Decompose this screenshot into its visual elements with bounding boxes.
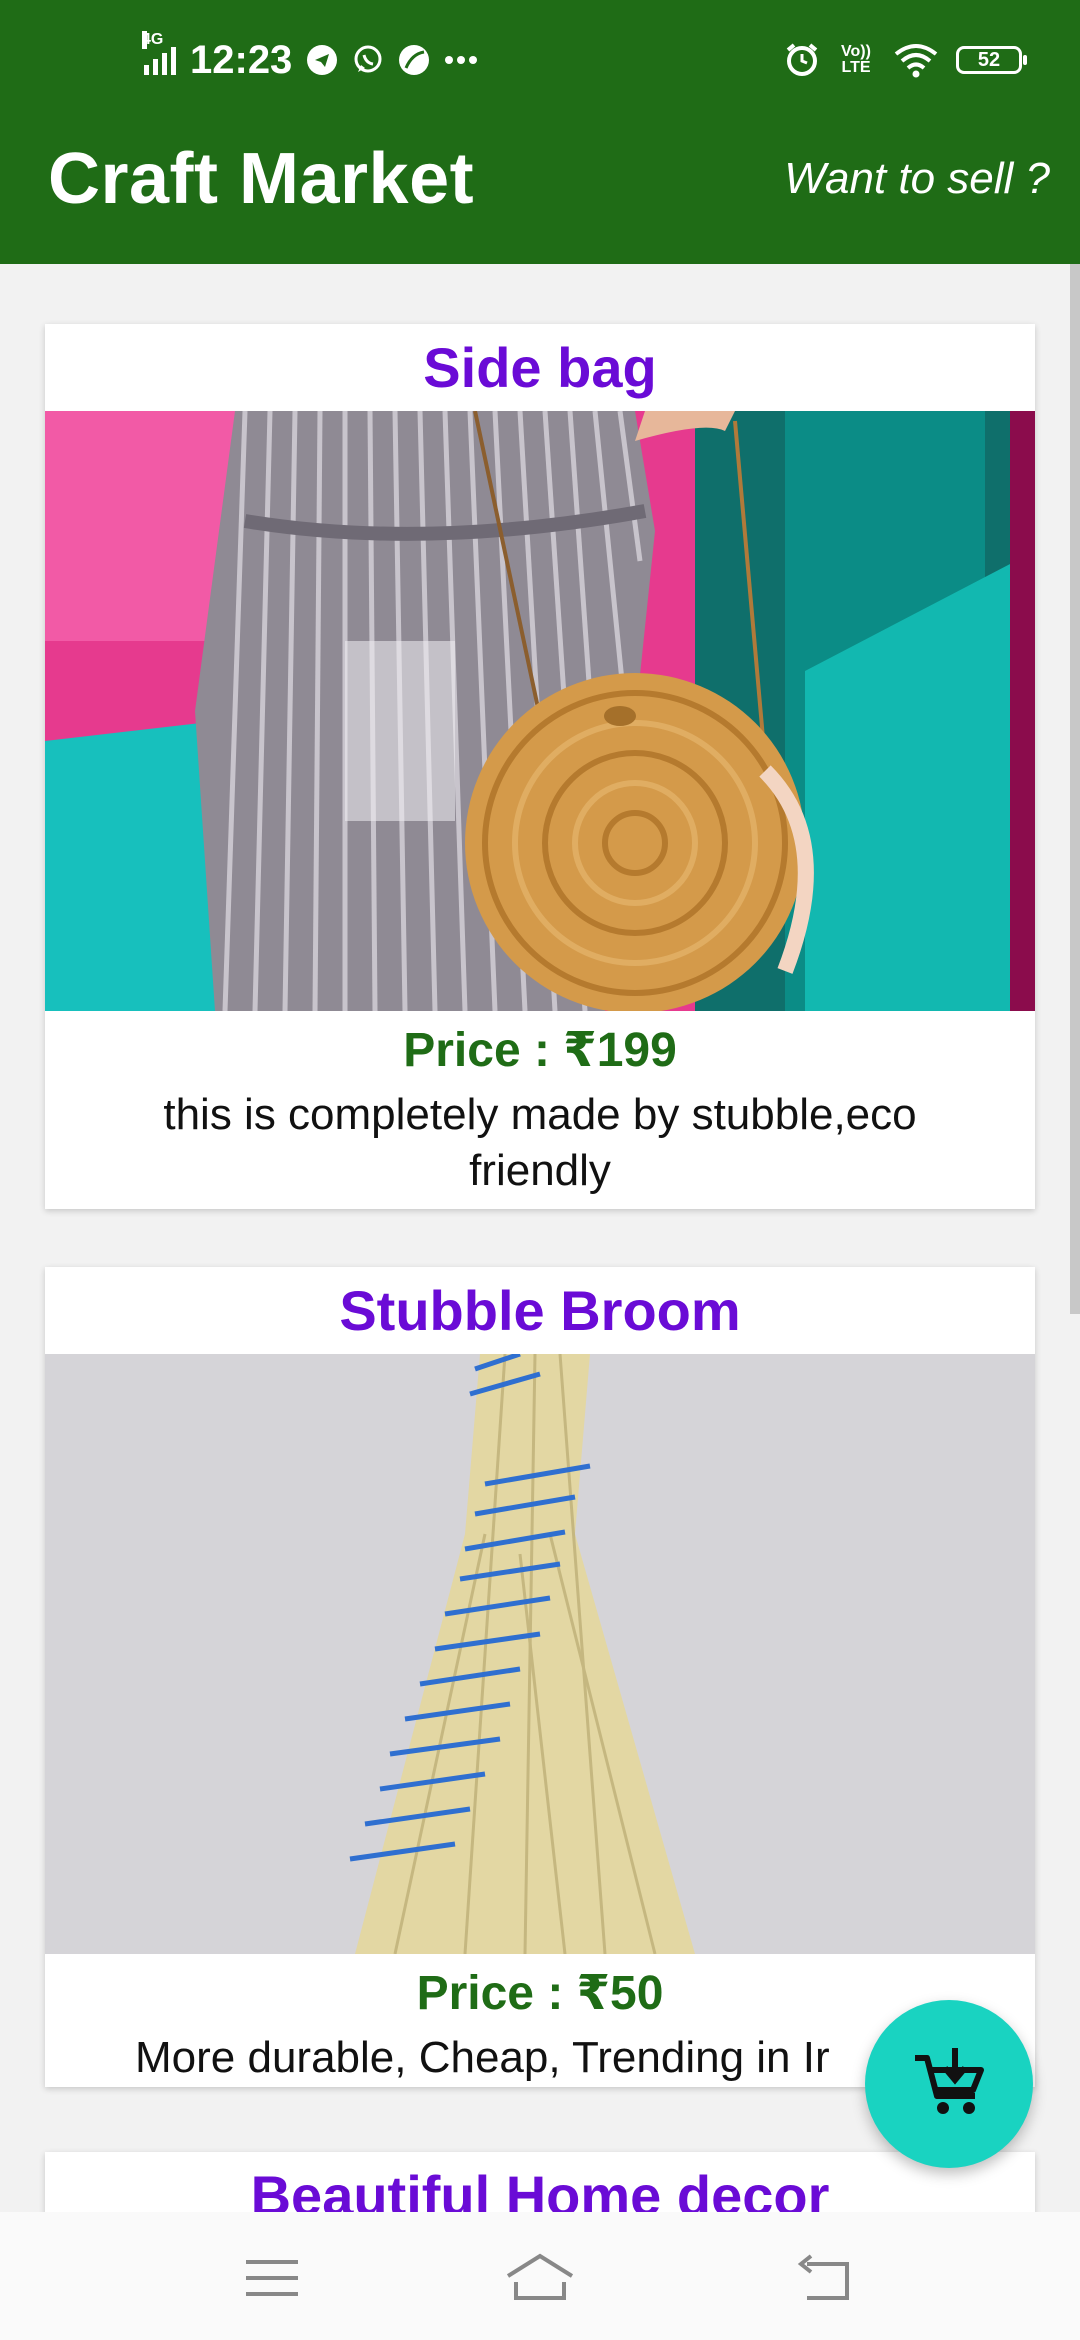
cart-download-icon — [915, 2048, 984, 2114]
product-card[interactable]: Side bag Price: ₹199 this is completely… — [45, 324, 1035, 1209]
alarm-icon — [786, 43, 818, 76]
product-image-side-bag[interactable] — [45, 411, 1035, 1011]
product-title: Beautiful Home decor — [250, 2164, 830, 2212]
product-description: this is completely made by stubble,eco f… — [163, 1090, 917, 1195]
cell-signal-icon: 4G — [142, 31, 176, 75]
app-bar: 4G 12:23 Vo)) LTE 52 Craft Market Want t… — [0, 0, 1080, 264]
clock: 12:23 — [190, 37, 293, 82]
recent-apps-button[interactable] — [232, 2242, 312, 2312]
product-image-stubble-broom[interactable] — [45, 1354, 1035, 1954]
screen: 4G 12:23 Vo)) LTE 52 Craft Market Want t… — [0, 0, 1080, 2340]
battery-indicator: 52 — [956, 46, 1027, 74]
home-button[interactable] — [500, 2242, 580, 2312]
status-bar: 4G 12:23 Vo)) LTE 52 — [0, 0, 1080, 120]
home-icon — [506, 2253, 574, 2300]
cart-fab-button[interactable] — [865, 2000, 1033, 2168]
system-nav-bar — [0, 2212, 1080, 2340]
app-title: Craft Market — [48, 139, 475, 219]
product-list[interactable]: Side bag Price: ₹199 this is completely… — [0, 264, 1080, 2212]
status-left: 4G 12:23 — [142, 31, 478, 86]
whatsapp-icon — [354, 45, 382, 73]
scrollbar[interactable] — [1070, 264, 1080, 1314]
leaf-icon — [399, 45, 430, 75]
status-right: Vo)) LTE 52 — [784, 34, 1027, 86]
menu-icon — [246, 2260, 298, 2296]
product-card[interactable]: Beautiful Home decor — [45, 2152, 1035, 2212]
more-dots-icon — [445, 56, 478, 64]
telegram-icon — [307, 45, 338, 75]
volte-indicator: Vo)) LTE — [841, 43, 871, 76]
back-button[interactable] — [785, 2242, 865, 2312]
product-card[interactable]: Stubble Broom Price: ₹50 More durable, … — [45, 1267, 1035, 2087]
product-price: Price : ₹199 — [403, 1024, 677, 1077]
wifi-icon — [894, 44, 938, 78]
back-icon — [797, 2254, 849, 2300]
want-to-sell-link[interactable]: Want to sell ? — [784, 154, 1050, 204]
product-price: Price : ₹50 — [416, 1967, 664, 2020]
product-title: Side bag — [423, 336, 657, 399]
product-title: Stubble Broom — [339, 1279, 741, 1342]
